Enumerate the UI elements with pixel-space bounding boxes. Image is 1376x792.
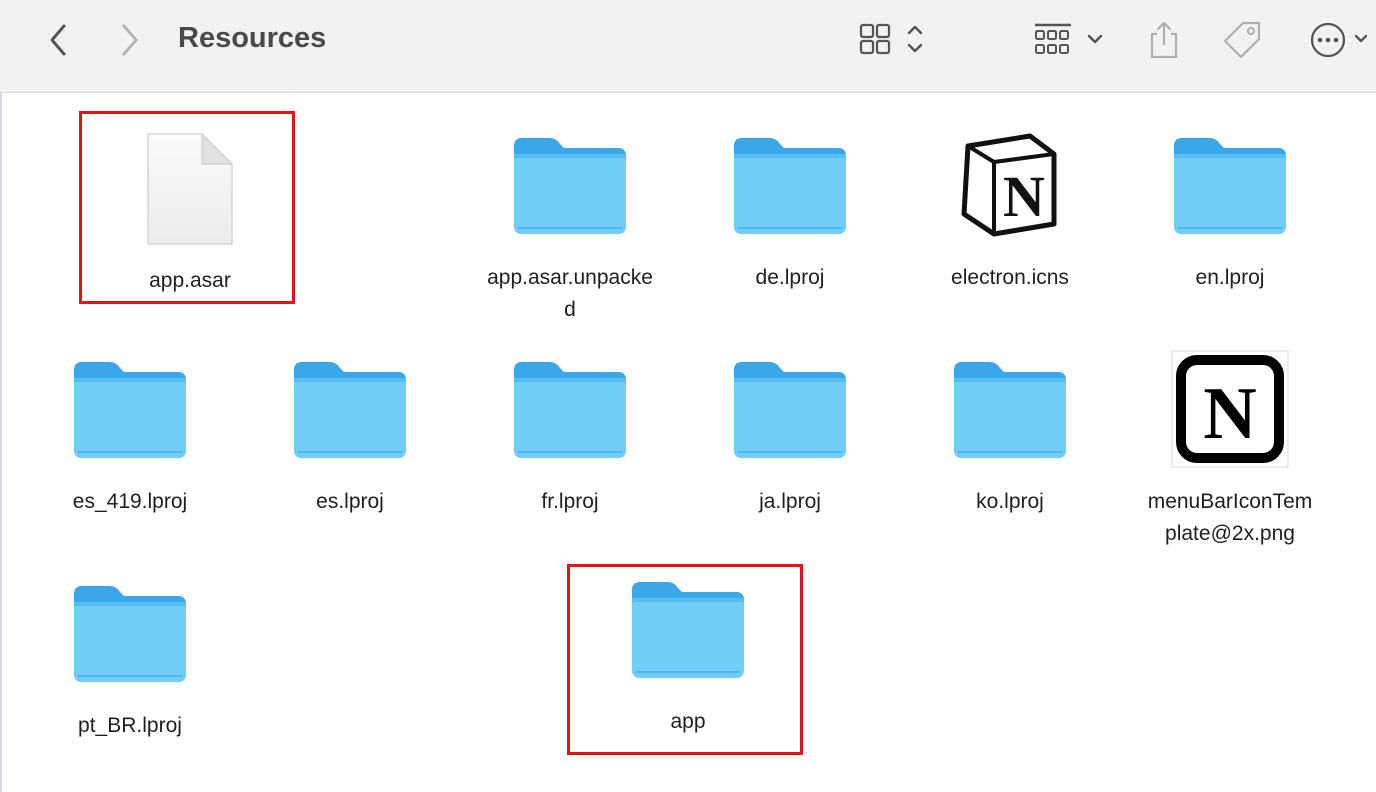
sidebar-edge — [0, 92, 2, 792]
folder-icon — [734, 138, 846, 234]
folder-item-pt-br-lproj[interactable]: pt_BR.lproj — [20, 560, 240, 750]
window-title: Resources — [178, 22, 327, 54]
file-item-electron-icns[interactable]: N electron.icns — [900, 112, 1120, 302]
svg-text:N: N — [1203, 373, 1256, 455]
folder-item-ko-lproj[interactable]: ko.lproj — [900, 336, 1120, 526]
tag-button[interactable] — [1220, 18, 1266, 62]
folder-name-label: en.lproj — [1195, 266, 1265, 289]
file-item-menubar-icon-template[interactable]: N menuBarIconTem plate@2x.png — [1120, 336, 1340, 546]
file-name-label: electron.icns — [951, 266, 1069, 289]
folder-item-es-419-lproj[interactable]: es_419.lproj — [20, 336, 240, 526]
folder-icon — [294, 362, 406, 458]
notion-png-icon: N — [1171, 350, 1289, 468]
more-button[interactable] — [1306, 18, 1372, 62]
folder-name-label: es.lproj — [316, 490, 384, 513]
view-options-button[interactable] — [858, 20, 930, 60]
file-name-label-line2: plate@2x.png — [1165, 522, 1295, 545]
toolbar: Resources — [0, 0, 1376, 93]
folder-item-es-lproj[interactable]: es.lproj — [240, 336, 460, 526]
highlight-box-app — [567, 564, 803, 755]
file-name-label-line1: menuBarIconTem — [1147, 490, 1313, 513]
highlight-box-app-asar — [79, 111, 295, 304]
folder-icon — [514, 362, 626, 458]
folder-item-ja-lproj[interactable]: ja.lproj — [680, 336, 900, 526]
chevron-left-icon — [50, 24, 66, 56]
folder-name-label: es_419.lproj — [72, 490, 188, 513]
group-by-icon — [1035, 23, 1103, 54]
svg-text:N: N — [1003, 164, 1045, 229]
folder-icon — [1174, 138, 1286, 234]
forward-button[interactable] — [112, 20, 148, 60]
folder-icon — [74, 362, 186, 458]
folder-icon — [74, 586, 186, 682]
folder-name-label-line2: d — [564, 298, 576, 321]
folder-item-de-lproj[interactable]: de.lproj — [680, 112, 900, 302]
folder-name-label: ko.lproj — [976, 490, 1044, 513]
share-button[interactable] — [1144, 18, 1184, 62]
folder-icon — [734, 362, 846, 458]
folder-name-label: pt_BR.lproj — [78, 714, 182, 737]
folder-name-label: de.lproj — [755, 266, 825, 289]
more-icon — [1310, 22, 1368, 58]
folder-icon — [514, 138, 626, 234]
chevron-right-icon — [122, 24, 138, 56]
group-button[interactable] — [1032, 20, 1108, 60]
folder-name-label: ja.lproj — [759, 490, 821, 513]
folder-name-label: fr.lproj — [541, 490, 599, 513]
folder-item-fr-lproj[interactable]: fr.lproj — [460, 336, 680, 526]
folder-item-app-asar-unpacked[interactable]: app.asar.unpacke d — [460, 112, 680, 322]
notion-app-icon: N — [961, 133, 1057, 237]
folder-icon — [954, 362, 1066, 458]
share-icon — [1150, 21, 1178, 59]
grid-view-icon — [859, 23, 923, 55]
tag-icon — [1223, 21, 1261, 59]
folder-item-en-lproj[interactable]: en.lproj — [1120, 112, 1340, 302]
folder-name-label-line1: app.asar.unpacke — [487, 266, 653, 289]
back-button[interactable] — [40, 20, 76, 60]
